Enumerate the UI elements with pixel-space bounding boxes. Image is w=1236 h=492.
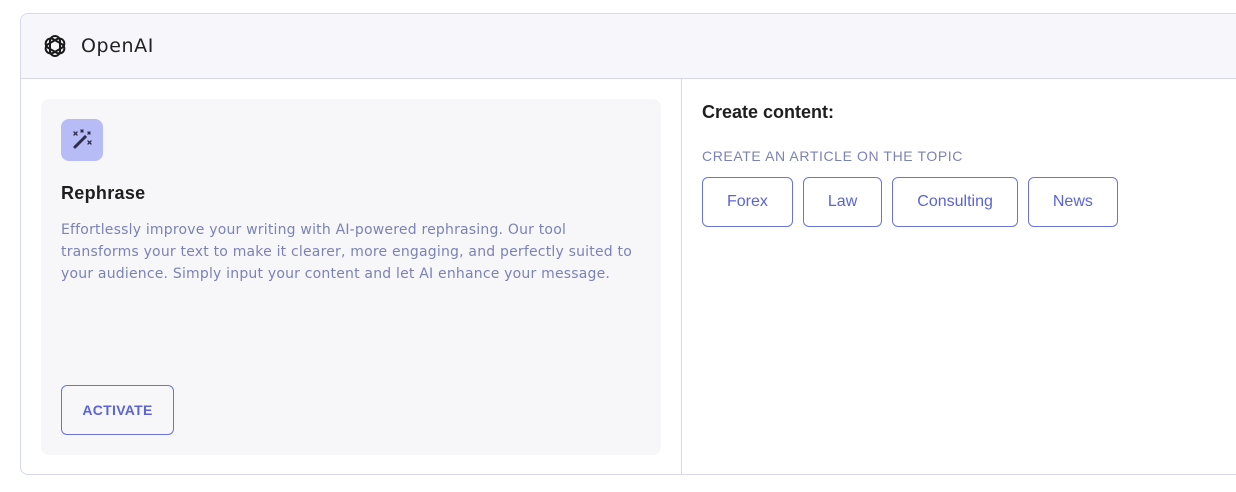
openai-panel: OpenAI Rephrase Effortlessly improve you… bbox=[20, 13, 1236, 475]
topic-chips: Forex Law Consulting News bbox=[702, 177, 1118, 227]
header-title: OpenAI bbox=[81, 35, 154, 57]
card-title: Rephrase bbox=[61, 183, 146, 203]
topic-chip-consulting[interactable]: Consulting bbox=[892, 177, 1018, 227]
openai-logo-icon bbox=[41, 32, 69, 60]
column-divider bbox=[681, 79, 682, 474]
topic-chip-law[interactable]: Law bbox=[802, 177, 883, 227]
topic-chip-news[interactable]: News bbox=[1027, 177, 1118, 227]
panel-header: OpenAI bbox=[21, 14, 1236, 79]
create-article-subtitle: CREATE AN ARTICLE ON THE TOPIC bbox=[702, 148, 963, 164]
magic-wand-icon bbox=[61, 119, 103, 161]
card-description: Effortlessly improve your writing with A… bbox=[61, 222, 632, 282]
activate-button[interactable]: ACTIVATE bbox=[61, 385, 174, 435]
create-content-title: Create content: bbox=[702, 102, 835, 122]
rephrase-card: Rephrase Effortlessly improve your writi… bbox=[41, 99, 661, 455]
topic-chip-forex[interactable]: Forex bbox=[702, 177, 793, 227]
